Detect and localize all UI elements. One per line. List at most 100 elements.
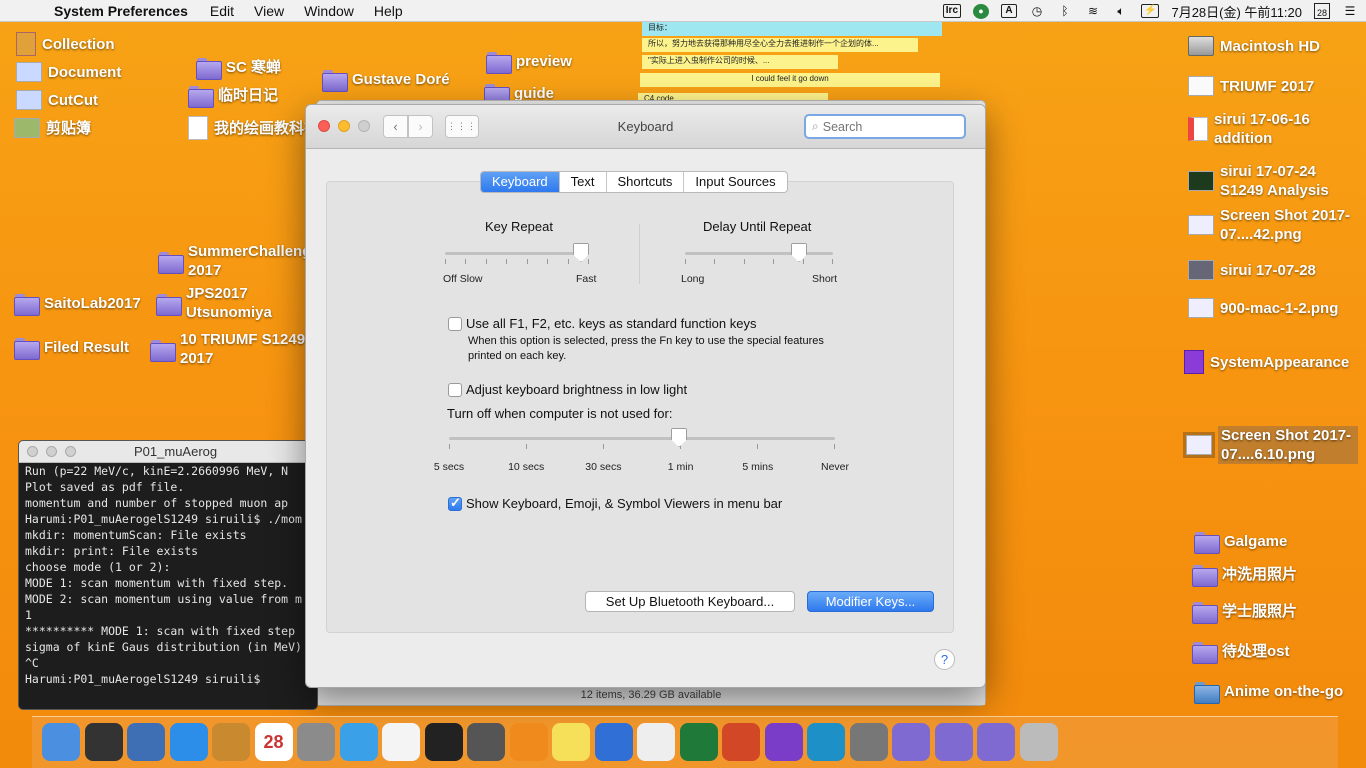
battery-icon[interactable]: ⚡ [1141,4,1160,18]
brightness-checkbox[interactable] [448,383,462,397]
desktop-item-sirui-0724[interactable]: sirui 17-07-24 S1249 Analysis [1188,162,1360,200]
dock-itunes-icon[interactable] [339,723,378,761]
desktop-item-diary[interactable]: 临时日记 [188,84,278,108]
dock-stickies-icon[interactable] [552,723,590,761]
sticky-note[interactable]: 目标： [642,22,942,36]
tab-shortcuts[interactable]: Shortcuts [607,172,685,192]
fn-keys-checkbox[interactable] [448,317,462,331]
terminal-titlebar[interactable]: P01_muAerog [19,441,317,463]
dock-emulator-icon[interactable] [764,723,803,761]
desktop-item-saitolab[interactable]: SaitoLab2017 [14,292,141,316]
terminal-window[interactable]: P01_muAerog Run (p=22 MeV/c, kinE=2.2660… [18,440,318,710]
dock-documents-icon[interactable] [934,723,973,761]
desktop-item-dore[interactable]: Gustave Doré [322,68,450,92]
desktop-item-clipboard[interactable]: 剪贴簿 [14,118,91,138]
zoom-button[interactable] [65,446,76,457]
tab-input-sources[interactable]: Input Sources [684,172,786,192]
desktop-item-preview[interactable]: preview [486,50,572,74]
close-button[interactable] [27,446,38,457]
dock-preview-icon[interactable] [127,723,165,761]
viewers-checkbox[interactable] [448,495,462,511]
turn-off-slider[interactable] [449,428,835,456]
dock-keynote-icon[interactable] [594,723,633,761]
desktop-item-summer[interactable]: SummerChallenge 2017 [158,242,328,280]
desktop-item-collection[interactable]: Collection [16,32,115,56]
search-input[interactable] [822,119,953,134]
key-repeat-slider[interactable] [445,243,589,271]
desktop-item-ost[interactable]: 待处理ost [1192,640,1290,664]
dock-sublime-text-icon[interactable] [467,723,505,761]
sticky-note[interactable]: "实际上进入虫制作公司的时候、... [642,55,838,69]
dock-terminal-icon[interactable] [424,723,463,761]
dock-photo-booth-icon[interactable] [297,723,335,761]
desktop-item-graduation-photos[interactable]: 学士服照片 [1192,600,1297,624]
slider-knob[interactable] [573,243,589,262]
desktop-item-triumf-s1249[interactable]: 10 TRIUMF S1249 2017 [150,330,320,368]
app-menu[interactable]: System Preferences [54,3,188,19]
modifier-keys-button[interactable]: Modifier Keys... [807,591,934,612]
slider-knob[interactable] [791,243,807,262]
desktop-item-anime[interactable]: Anime on-the-go [1194,680,1343,704]
dock-x11-icon[interactable] [637,723,675,761]
tab-text[interactable]: Text [560,172,607,192]
desktop-item-filed[interactable]: Filed Result [14,336,129,360]
irc-icon[interactable]: Irc [942,4,962,18]
search-field[interactable]: ⌕ [804,114,966,139]
desktop-item-sirui-0728[interactable]: sirui 17-07-28 [1188,260,1316,280]
calendar-icon[interactable]: 28 [1314,3,1330,19]
dock-safari-icon[interactable] [169,723,208,761]
time-machine-icon[interactable]: ◷ [1029,3,1045,19]
dock-finder-icon[interactable] [42,723,80,761]
minimize-button[interactable] [46,446,57,457]
desktop-item-sirui-0616[interactable]: sirui 17-06-16 addition [1188,110,1354,148]
desktop-item-textbook[interactable]: 我的绘画教科書 [188,116,319,140]
desktop-item-sc[interactable]: SC 寒蝉 [196,56,281,80]
brightness-label[interactable]: Adjust keyboard brightness in low light [466,382,687,397]
dock-launchpad-icon[interactable] [84,723,123,761]
sticky-note[interactable]: I could feel it go down [640,73,940,87]
help-button[interactable]: ? [934,649,955,670]
dock-trash-icon[interactable] [1019,723,1058,761]
input-source-icon[interactable]: A [1001,4,1018,18]
clock[interactable]: 7月28日(金) 午前11:20 [1171,2,1302,21]
desktop-item-screenshot-610[interactable]: Screen Shot 2017-07....6.10.png [1183,426,1358,464]
tab-keyboard[interactable]: Keyboard [481,172,560,192]
dock-powerpoint-icon[interactable] [722,723,760,761]
viewers-label[interactable]: Show Keyboard, Emoji, & Symbol Viewers i… [466,496,782,511]
notification-center-icon[interactable]: ☰ [1342,3,1358,19]
desktop-item-macintosh-hd[interactable]: Macintosh HD [1188,36,1320,56]
chat-icon[interactable]: ● [973,3,990,19]
menu-edit[interactable]: Edit [210,3,234,19]
slider-knob[interactable] [671,428,687,447]
dock-downloads-icon[interactable] [977,723,1015,761]
desktop-item-triumf2017[interactable]: TRIUMF 2017 [1188,76,1314,96]
desktop-item-systemappearance[interactable]: SystemAppearance [1184,350,1350,374]
dock-system-preferences-icon[interactable] [849,723,888,761]
menu-help[interactable]: Help [374,3,403,19]
sticky-note[interactable]: 所以，努力地去获得那种用尽全心全力去推进制作一个企划的体... [642,38,918,52]
window-titlebar[interactable]: ‹ › ⋮⋮⋮ Keyboard ⌕ [306,105,985,149]
dock-calendar-icon[interactable]: 28 [254,723,293,761]
desktop-item-cutcut[interactable]: CutCut [16,90,98,110]
desktop-item-photos-print[interactable]: 冲洗用照片 [1192,563,1297,587]
desktop-item-galgame[interactable]: Galgame [1194,530,1287,554]
desktop-item-document[interactable]: Document [16,62,121,82]
dock-applications-icon[interactable] [892,723,930,761]
fn-keys-label[interactable]: Use all F1, F2, etc. keys as standard fu… [466,316,756,331]
volume-icon[interactable]: 🔈︎ [1113,3,1129,19]
desktop-item-jps[interactable]: JPS2017 Utsunomiya [156,284,326,322]
bluetooth-keyboard-button[interactable]: Set Up Bluetooth Keyboard... [585,591,795,612]
menu-window[interactable]: Window [304,3,354,19]
terminal-output[interactable]: Run (p=22 MeV/c, kinE=2.2660996 MeV, N Pl… [19,463,317,687]
bluetooth-icon[interactable]: ᛒ [1057,3,1073,19]
dock-excel-icon[interactable] [679,723,718,761]
dock-contacts-icon[interactable] [212,723,250,761]
dock-vlc-icon[interactable] [509,723,548,761]
wifi-icon[interactable]: ≋ [1085,3,1101,19]
desktop-item-900-mac[interactable]: 900-mac-1-2.png [1188,298,1338,318]
desktop-item-screenshot-42[interactable]: Screen Shot 2017-07....42.png [1188,206,1360,244]
delay-repeat-slider[interactable] [685,243,833,271]
menu-view[interactable]: View [254,3,284,19]
dock-feather-icon[interactable] [807,723,845,761]
dock-textedit-icon[interactable] [382,723,420,761]
